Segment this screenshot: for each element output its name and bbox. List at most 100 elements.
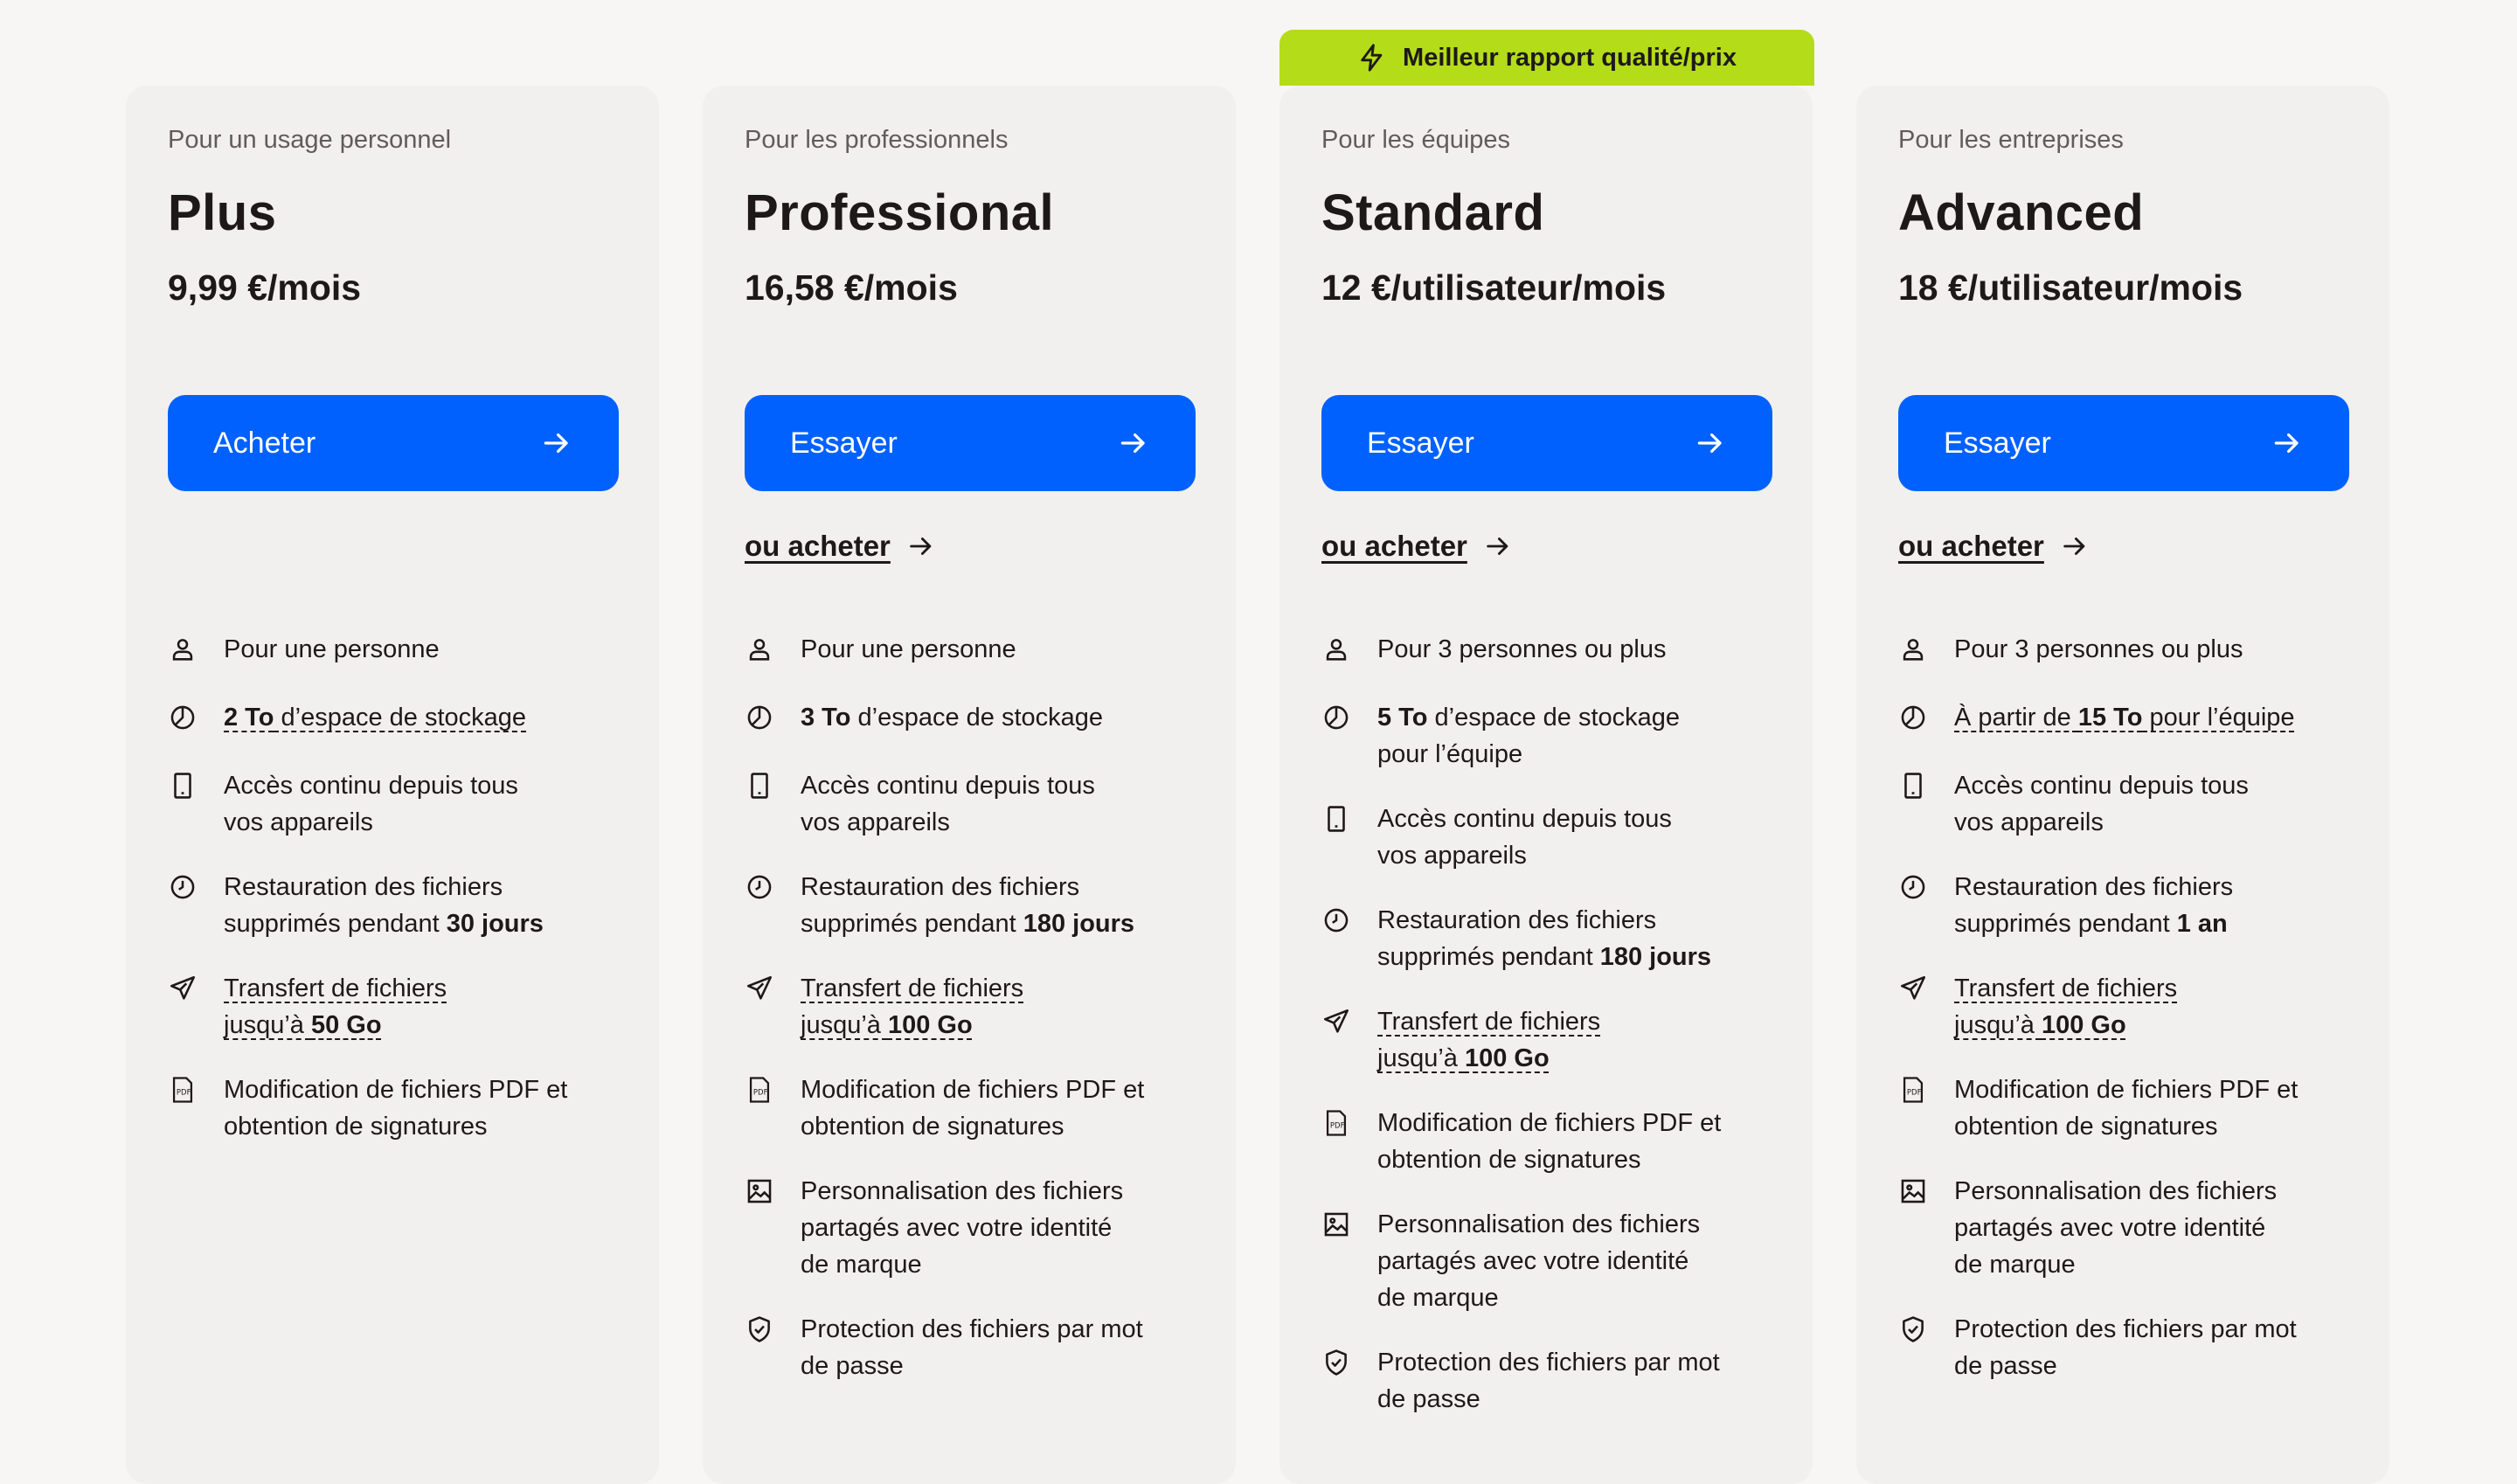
feature-storage[interactable]: À partir de 15 To pour l’équipe (1898, 699, 2365, 736)
arrow-right-icon (2274, 433, 2299, 454)
plan-card-plus: Pour un usage personnel Plus 9,99 €/mois… (126, 86, 659, 1484)
user-icon (749, 639, 770, 661)
arrow-right-icon (1487, 537, 1508, 555)
pdf-file-icon: PDF (172, 1077, 193, 1103)
buy-link[interactable]: ou acheter (1898, 530, 2090, 563)
svg-text:PDF: PDF (1330, 1122, 1345, 1131)
feature-branding: Personnalisation des fichiers partagés av… (745, 1173, 1211, 1283)
feature-access: Accès continu depuis tous vos appareils (1321, 801, 1788, 874)
feature-storage[interactable]: 2 To d’espace de stockage (168, 699, 634, 736)
image-icon (747, 1179, 772, 1203)
feature-pdf: PDF Modification de fichiers PDF et obten… (1321, 1105, 1788, 1178)
plan-audience: Pour les équipes (1321, 126, 1511, 154)
shield-check-icon (1903, 1316, 1924, 1342)
feature-pdf: PDF Modification de fichiers PDF et obten… (168, 1071, 634, 1145)
feature-transfer[interactable]: Transfert de fichiers jusqu’à 100 Go (745, 970, 1211, 1044)
feature-restore: Restauration des fichiers supprimés penda… (168, 869, 634, 942)
pdf-file-icon: PDF (1903, 1077, 1924, 1103)
arrow-right-icon (544, 433, 568, 454)
clock-icon (747, 875, 772, 899)
feature-branding: Personnalisation des fichiers partagés av… (1898, 1173, 2365, 1283)
buy-link[interactable]: ou acheter (1321, 530, 1513, 563)
pdf-file-icon: PDF (1326, 1110, 1347, 1136)
best-value-label: Meilleur rapport qualité/prix (1403, 43, 1737, 72)
feature-people: Pour 3 personnes ou plus (1321, 631, 1788, 668)
try-button[interactable]: Essayer (745, 395, 1196, 491)
shield-check-icon (1326, 1349, 1347, 1376)
pdf-file-icon: PDF (749, 1077, 770, 1103)
feature-storage: 5 To d’espace de stockage pour l’équipe (1321, 699, 1788, 773)
plan-card-standard: Pour les équipes Standard 12 €/utilisate… (1279, 86, 1813, 1484)
paper-plane-icon (746, 975, 773, 1000)
feature-pdf: PDF Modification de fichiers PDF et obten… (1898, 1071, 2365, 1145)
feature-people: Pour 3 personnes ou plus (1898, 631, 2365, 668)
plan-audience: Pour les entreprises (1898, 126, 2124, 154)
feature-transfer[interactable]: Transfert de fichiers jusqu’à 100 Go (1898, 970, 2365, 1044)
plan-name: Professional (745, 184, 1055, 241)
feature-transfer[interactable]: Transfert de fichiers jusqu’à 100 Go (1321, 1003, 1788, 1077)
mobile-device-icon (1328, 806, 1345, 832)
mobile-device-icon (1904, 773, 1922, 799)
clock-icon (1324, 908, 1349, 933)
feature-access: Accès continu depuis tous vos appareils (168, 767, 634, 841)
plan-name: Advanced (1898, 184, 2145, 241)
try-button-label: Essayer (790, 426, 898, 460)
buy-button-label: Acheter (213, 426, 316, 460)
pie-chart-icon (170, 705, 195, 730)
pie-chart-icon (747, 705, 772, 730)
mobile-device-icon (751, 773, 768, 799)
svg-text:PDF: PDF (753, 1089, 768, 1098)
feature-password: Protection des fichiers par mot de passe (1321, 1344, 1788, 1418)
feature-access: Accès continu depuis tous vos appareils (745, 767, 1211, 841)
plan-name: Plus (168, 184, 277, 241)
feature-transfer[interactable]: Transfert de fichiers jusqu’à 50 Go (168, 970, 634, 1044)
feature-people: Pour une personne (168, 631, 634, 668)
pie-chart-icon (1324, 705, 1349, 730)
plan-card-advanced: Pour les entreprises Advanced 18 €/utili… (1856, 86, 2389, 1484)
plan-price: 9,99 €/mois (168, 267, 362, 308)
feature-branding: Personnalisation des fichiers partagés av… (1321, 1206, 1788, 1316)
image-icon (1324, 1212, 1349, 1237)
svg-text:PDF: PDF (177, 1089, 191, 1098)
feature-storage: 3 To d’espace de stockage (745, 699, 1211, 736)
arrow-right-icon (910, 537, 932, 555)
shield-check-icon (749, 1316, 770, 1342)
feature-pdf: PDF Modification de fichiers PDF et obten… (745, 1071, 1211, 1145)
clock-icon (170, 875, 195, 899)
feature-restore: Restauration des fichiers supprimés penda… (1898, 869, 2365, 942)
feature-people: Pour une personne (745, 631, 1211, 668)
plan-price: 18 €/utilisateur/mois (1898, 267, 2243, 308)
arrow-right-icon (1120, 433, 1145, 454)
plan-name: Standard (1321, 184, 1545, 241)
feature-access: Accès continu depuis tous vos appareils (1898, 767, 2365, 841)
try-button-label: Essayer (1367, 426, 1474, 460)
arrow-right-icon (1697, 433, 1722, 454)
plan-audience: Pour les professionnels (745, 126, 1009, 154)
user-icon (172, 639, 193, 661)
clock-icon (1901, 875, 1925, 899)
paper-plane-icon (1900, 975, 1926, 1000)
pie-chart-icon (1901, 705, 1925, 730)
arrow-right-icon (2063, 537, 2085, 555)
paper-plane-icon (170, 975, 196, 1000)
plan-price: 12 €/utilisateur/mois (1321, 267, 1667, 308)
image-icon (1901, 1179, 1925, 1203)
plan-price: 16,58 €/mois (745, 267, 958, 308)
try-button[interactable]: Essayer (1321, 395, 1772, 491)
feature-restore: Restauration des fichiers supprimés penda… (1321, 902, 1788, 975)
try-button[interactable]: Essayer (1898, 395, 2349, 491)
paper-plane-icon (1323, 1009, 1349, 1033)
svg-text:PDF: PDF (1907, 1089, 1922, 1098)
best-value-badge: Meilleur rapport qualité/prix (1279, 30, 1814, 86)
user-icon (1903, 639, 1924, 661)
user-icon (1326, 639, 1347, 661)
feature-password: Protection des fichiers par mot de passe (745, 1311, 1211, 1384)
try-button-label: Essayer (1944, 426, 2051, 460)
buy-link[interactable]: ou acheter (745, 530, 936, 563)
buy-button[interactable]: Acheter (168, 395, 619, 491)
plan-card-professional: Pour les professionnels Professional 16,… (703, 86, 1236, 1484)
feature-password: Protection des fichiers par mot de passe (1898, 1311, 2365, 1384)
plan-audience: Pour un usage personnel (168, 126, 452, 154)
lightning-icon (1361, 44, 1383, 72)
mobile-device-icon (174, 773, 191, 799)
